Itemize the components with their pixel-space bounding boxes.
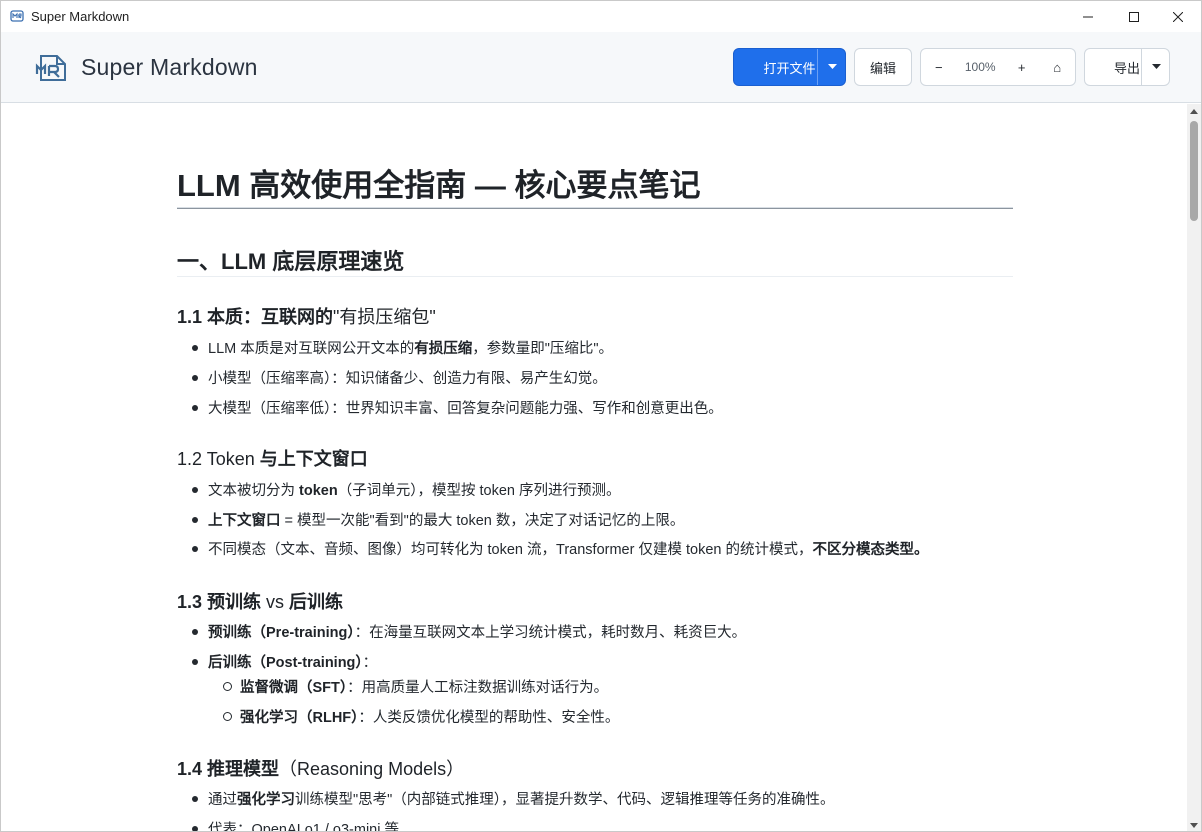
- list-item: 通过强化学习训练模型"思考"（内部链式推理），显著提升数学、代码、逻辑推理等任务…: [192, 788, 835, 809]
- maximize-icon: [1129, 11, 1139, 22]
- title-divider: [177, 207, 1013, 209]
- close-icon: [1173, 11, 1183, 22]
- list-item: 预训练（Pre-training）：在海量互联网文本上学习统计模式，耗时数月、耗…: [191, 621, 746, 642]
- caret-down-icon: [1151, 64, 1161, 69]
- scroll-down-icon[interactable]: [1190, 823, 1198, 828]
- sub-list-item: 监督微调（SFT）：用高质量人工标注数据训练对话行为。: [222, 676, 608, 697]
- app-window: Super Markdown Super Markdown 打开文件 编辑 −: [0, 0, 1202, 832]
- markdown-logo-icon: [35, 55, 66, 81]
- section-divider: [177, 276, 1013, 277]
- zoom-out-button[interactable]: −: [921, 49, 957, 85]
- zoom-controls: − 100% + ⌂: [920, 48, 1076, 86]
- scrollbar-thumb[interactable]: [1190, 121, 1198, 221]
- open-file-button-group: 打开文件: [733, 48, 846, 86]
- edit-button[interactable]: 编辑: [854, 48, 912, 86]
- list-item: 上下文窗口 = 模型一次能"看到"的最大 token 数，决定了对话记忆的上限。: [191, 509, 684, 530]
- list-item: 大模型（压缩率低）：世界知识丰富、回答复杂问题能力强、写作和创意更出色。: [192, 397, 723, 418]
- sub-list-item: 强化学习（RLHF）：人类反馈优化模型的帮助性、安全性。: [222, 706, 619, 727]
- list-item: 不同模态（文本、音频、图像）均可转化为 token 流，Transformer …: [192, 538, 929, 559]
- minimize-button[interactable]: [1065, 1, 1111, 32]
- maximize-button[interactable]: [1111, 1, 1157, 32]
- list-item: 文本被切分为 token（子词单元），模型按 token 序列进行预测。: [191, 479, 620, 500]
- vertical-scrollbar[interactable]: [1187, 104, 1201, 831]
- app-icon: [10, 10, 24, 22]
- zoom-in-button[interactable]: +: [1004, 49, 1040, 85]
- open-file-dropdown-button[interactable]: [817, 49, 846, 85]
- section-heading: 一、LLM 底层原理速览: [177, 249, 405, 274]
- list-item: 小模型（压缩率高）：知识储备少、创造力有限、易产生幻觉。: [192, 367, 607, 388]
- scroll-up-icon[interactable]: [1190, 109, 1198, 114]
- brand-name: Super Markdown: [81, 54, 258, 80]
- zoom-level: 100%: [964, 60, 996, 74]
- export-dropdown-button[interactable]: [1141, 49, 1170, 85]
- title-bar: Super Markdown: [1, 1, 1201, 32]
- list-item: 代表：OpenAI o1 / o3-mini 等: [192, 818, 399, 831]
- minimize-icon: [1083, 16, 1093, 17]
- markdown-preview[interactable]: LLM 高效使用全指南 — 核心要点笔记 一、LLM 底层原理速览 1.1 本质…: [1, 104, 1187, 831]
- close-button[interactable]: [1155, 1, 1201, 32]
- subsection-heading-1-2: 1.2 Token 与上下文窗口: [177, 449, 368, 469]
- subsection-heading-1-4: 1.4 推理模型（Reasoning Models）: [177, 759, 465, 779]
- caret-down-icon: [827, 64, 837, 69]
- subsection-heading-1-3: 1.3 预训练 vs 后训练: [177, 592, 344, 612]
- app-header: Super Markdown 打开文件 编辑 − 100% + ⌂ 导出: [1, 32, 1201, 103]
- subsection-heading-1-1: 1.1 本质：互联网的"有损压缩包": [177, 307, 436, 327]
- document-title: LLM 高效使用全指南 — 核心要点笔记: [177, 168, 701, 203]
- list-item: 后训练（Post-training）：: [191, 651, 377, 672]
- zoom-reset-button[interactable]: ⌂: [1039, 49, 1075, 85]
- export-button-group: 导出: [1084, 48, 1170, 86]
- window-title: Super Markdown: [31, 9, 130, 24]
- list-item: LLM 本质是对互联网公开文本的有损压缩，参数量即"压缩比"。: [191, 337, 613, 358]
